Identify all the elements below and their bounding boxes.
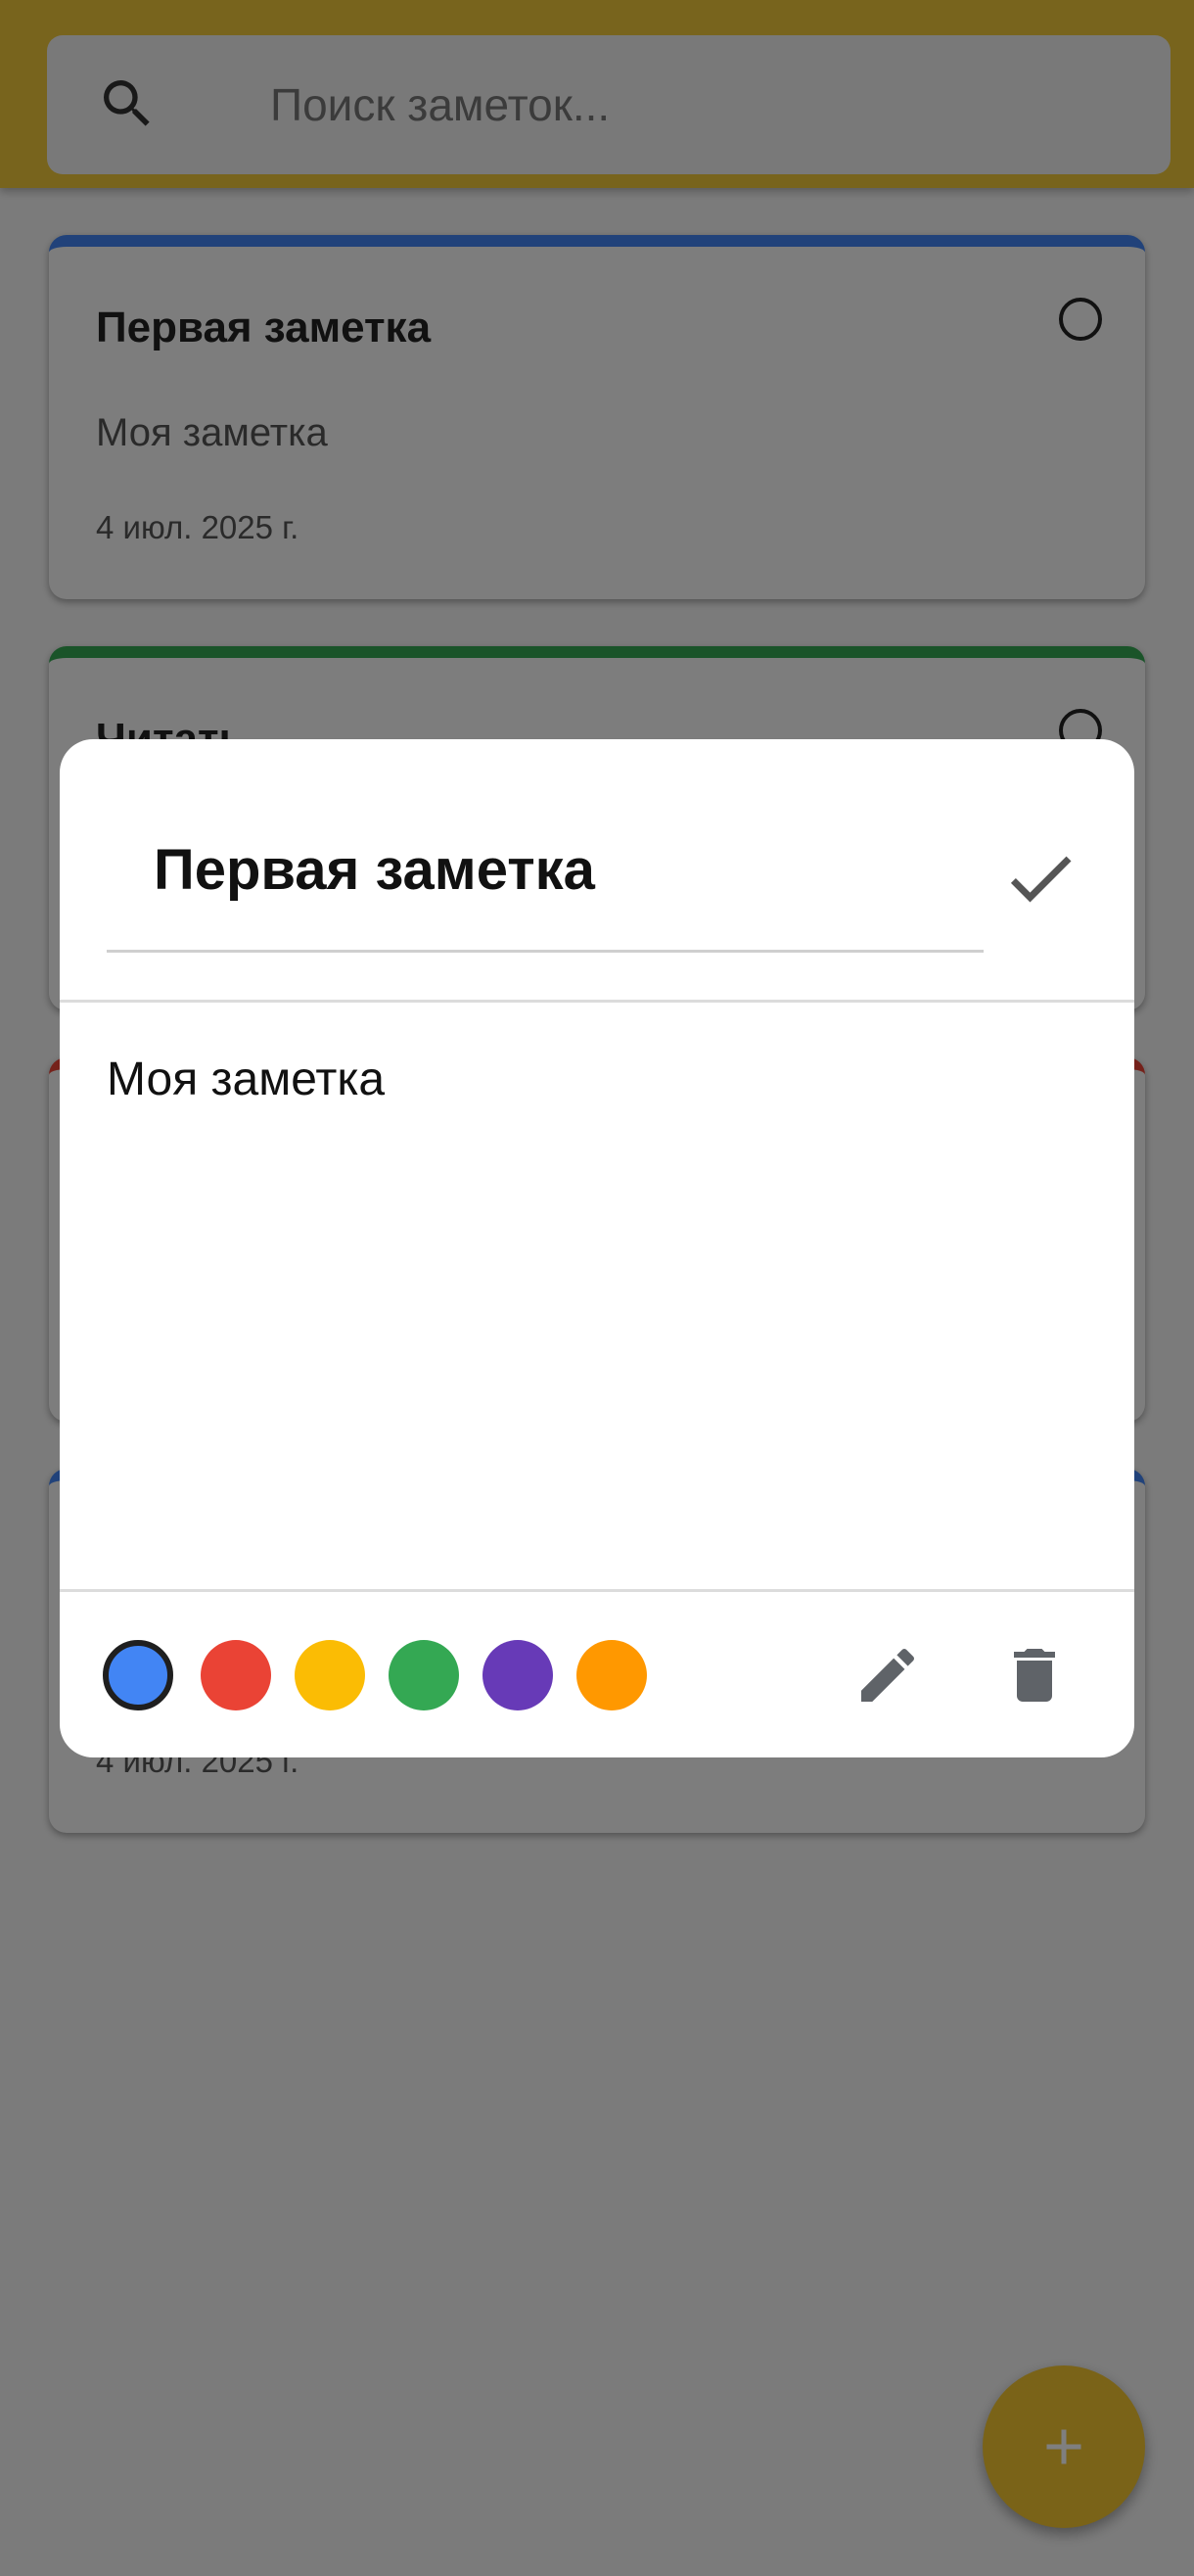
note-body-field[interactable]: Моя заметка [107,1053,385,1106]
color-swatch-green[interactable] [389,1640,459,1710]
color-swatch-red[interactable] [201,1640,271,1710]
note-editor-dialog: Первая заметка Моя заметка [60,739,1134,1757]
color-swatch-purple[interactable] [482,1640,553,1710]
color-swatch-blue[interactable] [103,1640,173,1710]
delete-icon[interactable] [999,1640,1070,1710]
divider [60,1000,1134,1003]
note-title-field[interactable]: Первая заметка [154,837,595,903]
divider [60,1589,1134,1592]
title-underline [107,950,984,953]
color-swatch-yellow[interactable] [295,1640,365,1710]
edit-icon[interactable] [852,1640,923,1710]
color-swatch-orange[interactable] [576,1640,647,1710]
check-icon[interactable] [999,837,1081,919]
